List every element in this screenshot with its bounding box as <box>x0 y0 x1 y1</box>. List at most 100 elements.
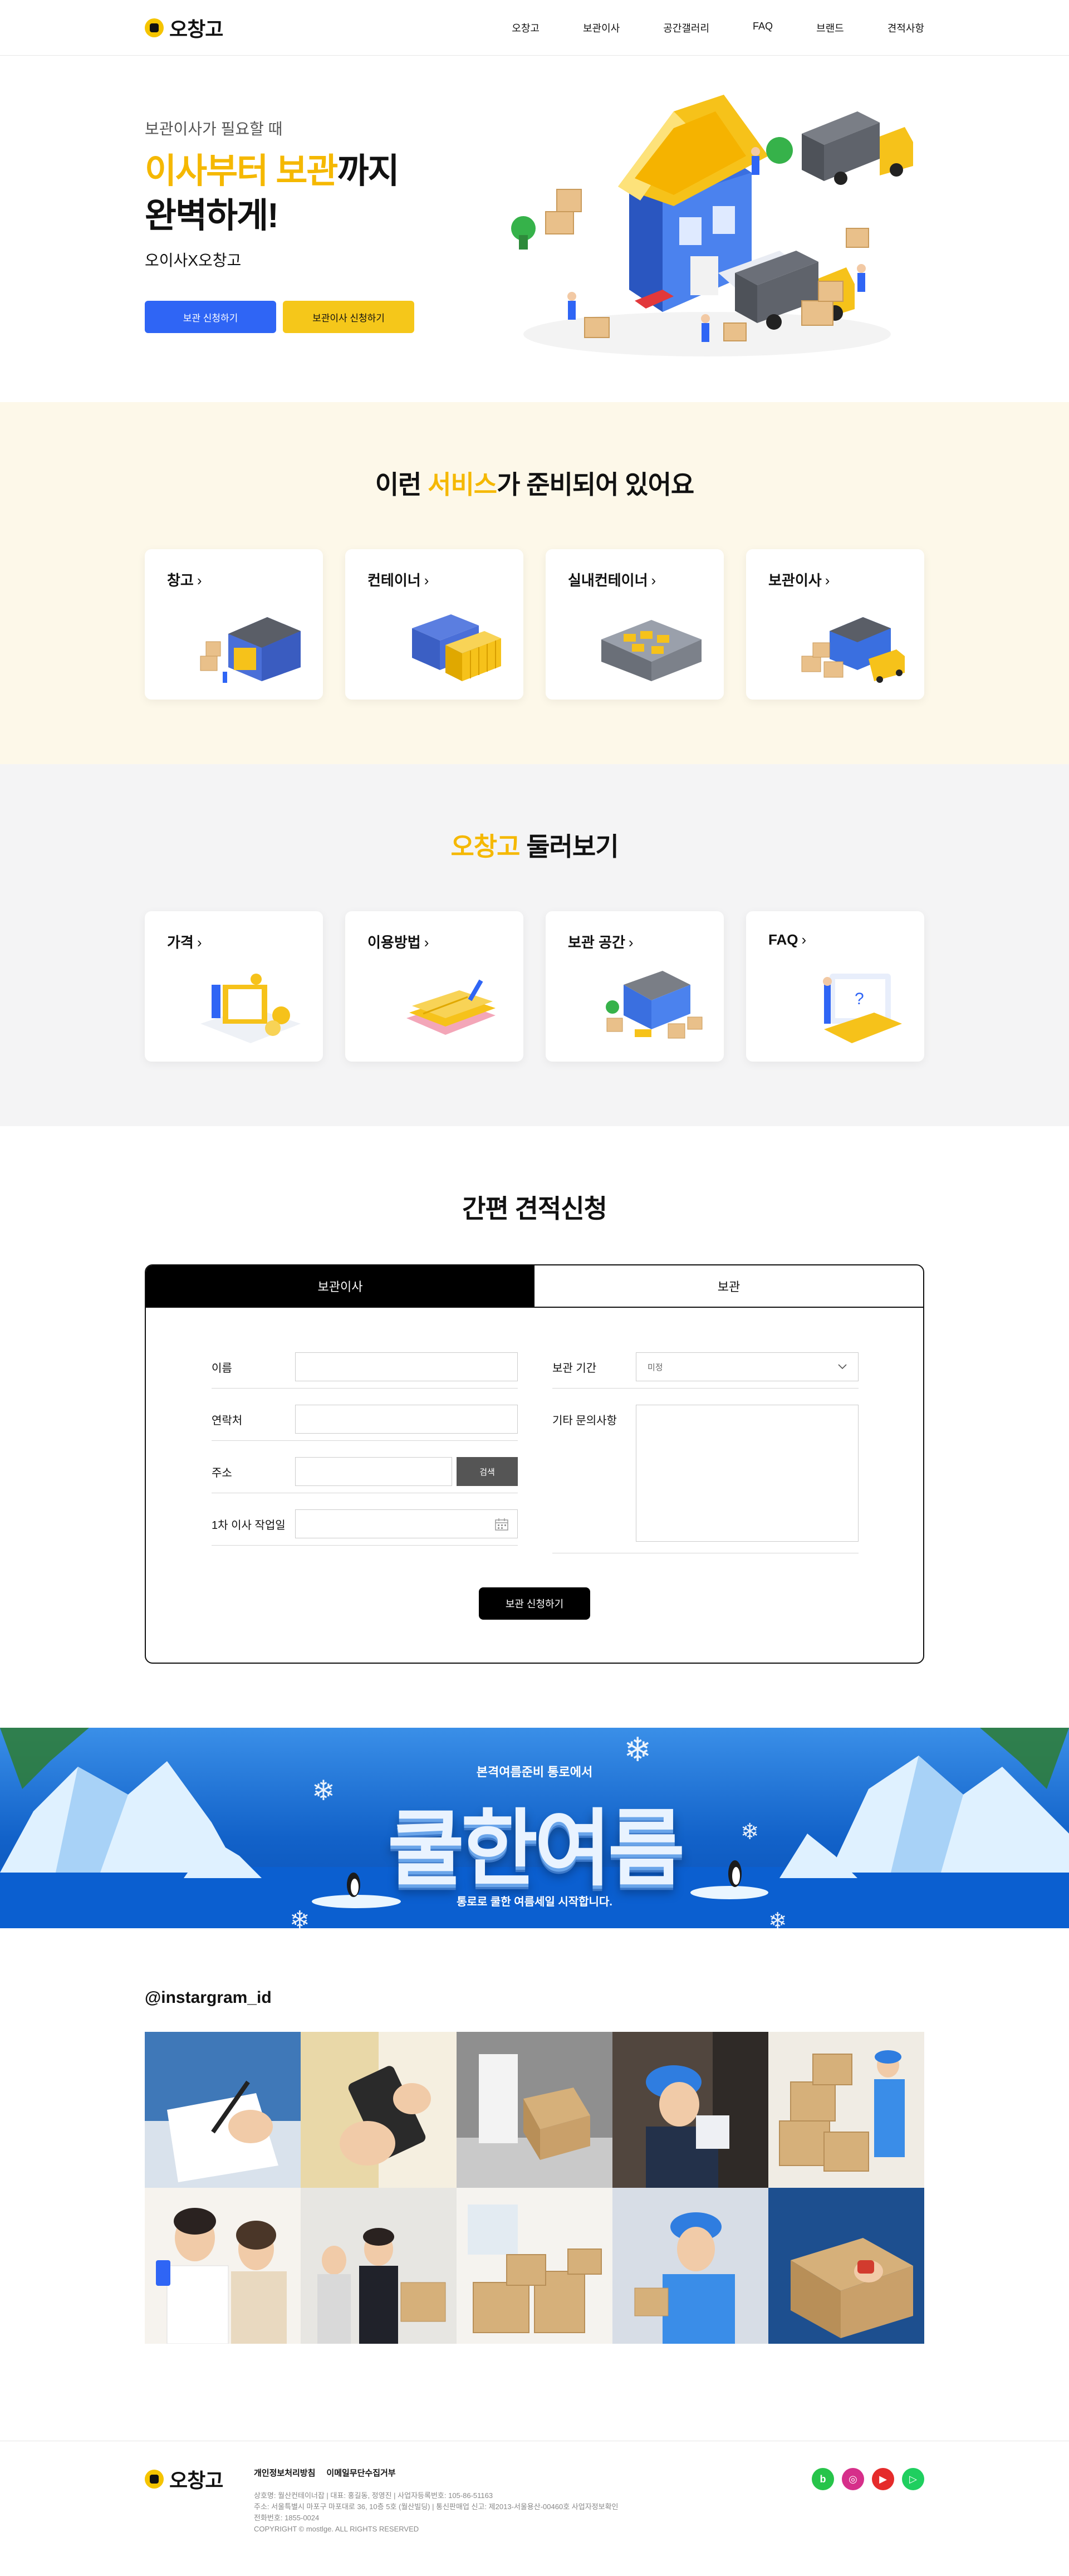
service-card-storage-moving[interactable]: 보관이사 › <box>746 549 924 700</box>
memo-row: 기타 문의사항 <box>552 1405 859 1542</box>
blog-icon[interactable]: b <box>812 2468 834 2490</box>
instagram-photo[interactable] <box>301 2188 457 2344</box>
browse-card-faq-label-row: FAQ › <box>768 931 806 949</box>
service-card-warehouse-label-row: 창고 › <box>167 569 202 590</box>
hero-title: 이사부터 보관까지 완벽하게! <box>145 149 414 238</box>
hero-description: 오이사X오창고 <box>145 252 242 269</box>
instagram-photo[interactable] <box>301 2032 457 2188</box>
calendar-icon <box>495 1518 508 1531</box>
photo-office-team-boxes <box>301 2188 457 2344</box>
nav-item-gallery[interactable]: 공간갤러리 <box>663 21 709 35</box>
hero-title-line2: 완벽하게! <box>145 197 279 235</box>
service-card-container[interactable]: 컨테이너 › <box>345 549 523 700</box>
instagram-grid <box>145 2032 924 2344</box>
hero-title-highlight: 이사부터 보관 <box>145 152 338 190</box>
browse-card-storage-space[interactable]: 보관 공간 › <box>546 911 724 1062</box>
memo-label: 기타 문의사항 <box>552 1415 617 1427</box>
browse-card-faq[interactable]: FAQ › ? <box>746 911 924 1062</box>
summer-banner[interactable]: ❄ ❄ ❄ ❄ ❄ 본격여름준비 통로에서 쿨한여름 통로로 쿨한 여름세일 시… <box>0 1728 1069 1928</box>
photo-carrying-box <box>457 2032 612 2188</box>
instagram-photo[interactable] <box>612 2188 768 2344</box>
name-field[interactable] <box>295 1352 518 1381</box>
divider <box>552 1388 859 1389</box>
banner-subtitle: 본격여름준비 통로에서 <box>476 1765 593 1779</box>
move-date-label: 1차 이사 작업일 <box>212 1519 286 1532</box>
card-label: 컨테이너 <box>367 572 421 589</box>
instagram-photo[interactable] <box>145 2188 301 2344</box>
address-field[interactable] <box>295 1457 452 1486</box>
chevron-right-icon: › <box>628 934 634 951</box>
instagram-photo[interactable] <box>612 2032 768 2188</box>
photo-mover-cap-side <box>612 2032 768 2188</box>
address-search-button[interactable]: 검색 <box>457 1457 518 1486</box>
card-label: FAQ <box>768 931 798 948</box>
logo[interactable]: 오창고 <box>145 13 223 42</box>
quote-submit-button[interactable]: 보관 신청하기 <box>479 1587 590 1620</box>
chevron-right-icon: › <box>825 572 830 589</box>
browse-card-storage-space-label-row: 보관 공간 › <box>568 931 634 952</box>
moving-house-illustration <box>511 95 913 356</box>
photo-box-stack-mover <box>768 2032 924 2188</box>
instagram-icon[interactable]: ◎ <box>842 2468 864 2490</box>
no-email-collection-link[interactable]: 이메일무단수집거부 <box>326 2467 395 2479</box>
card-label: 보관 공간 <box>568 934 625 951</box>
chevron-right-icon: › <box>801 931 807 948</box>
main-nav: 오창고 보관이사 공간갤러리 FAQ 브랜드 견적사항 <box>512 21 924 35</box>
instagram-photo[interactable] <box>145 2032 301 2188</box>
warehouse-icon <box>200 617 301 683</box>
browse-card-guide[interactable]: 이용방법 › <box>345 911 523 1062</box>
guide-book-icon <box>406 979 496 1035</box>
storage-moving-icon <box>801 617 905 683</box>
browse-card-price[interactable]: 가격 › <box>145 911 323 1062</box>
logo-text: 오창고 <box>169 18 223 41</box>
storage-moving-apply-button[interactable]: 보관이사 신청하기 <box>283 301 414 333</box>
hero-text: 보관이사가 필요할 때 이사부터 보관까지 완벽하게! 오이사X오창고 보관 신… <box>145 117 414 333</box>
address-row: 주소 검색 <box>212 1457 518 1486</box>
instagram-photo[interactable] <box>768 2188 924 2344</box>
card-label: 창고 <box>167 572 194 589</box>
move-date-row: 1차 이사 작업일 <box>212 1509 518 1538</box>
photo-tape-sealing-box <box>768 2188 924 2344</box>
move-date-field[interactable] <box>295 1509 518 1538</box>
instagram-photo[interactable] <box>768 2032 924 2188</box>
tab-storage[interactable]: 보관 <box>534 1265 923 1307</box>
service-card-warehouse[interactable]: 창고 › <box>145 549 323 700</box>
nav-item-brand[interactable]: 브랜드 <box>816 21 844 35</box>
quote-title: 간편 견적신청 <box>462 1194 607 1223</box>
instagram-photo[interactable] <box>457 2188 612 2344</box>
play-icon[interactable]: ▷ <box>902 2468 924 2490</box>
browse-title: 오창고 둘러보기 <box>145 764 924 863</box>
service-card-storage-moving-label-row: 보관이사 › <box>768 569 830 590</box>
nav-item-storage-moving[interactable]: 보관이사 <box>583 21 620 35</box>
storage-apply-button[interactable]: 보관 신청하기 <box>145 301 276 333</box>
instagram-photo[interactable] <box>457 2032 612 2188</box>
service-card-container-label-row: 컨테이너 › <box>367 569 429 590</box>
address-label: 주소 <box>212 1467 232 1479</box>
nav-item-estimate[interactable]: 견적사항 <box>887 21 924 35</box>
youtube-icon[interactable]: ▶ <box>872 2468 894 2490</box>
copyright: COPYRIGHT © mostlge. ALL RIGHTS RESERVED <box>254 2525 419 2533</box>
storage-space-icon <box>606 971 703 1039</box>
nav-item-ochango[interactable]: 오창고 <box>512 21 540 35</box>
card-label: 실내컨테이너 <box>568 572 648 589</box>
instagram-handle[interactable]: @instargram_id <box>145 1928 924 2007</box>
chevron-right-icon: › <box>424 572 429 589</box>
privacy-policy-link[interactable]: 개인정보처리방침 <box>254 2467 315 2479</box>
chevron-down-icon <box>838 1364 847 1370</box>
nav-item-faq[interactable]: FAQ <box>753 21 773 35</box>
social-links: b ◎ ▶ ▷ <box>812 2468 924 2490</box>
phone-label: 연락처 <box>212 1414 243 1427</box>
banner-description: 통로로 쿨한 여름세일 시작합니다. <box>457 1896 612 1908</box>
memo-textarea[interactable] <box>636 1405 859 1542</box>
tab-storage-moving[interactable]: 보관이사 <box>146 1265 534 1307</box>
card-label: 가격 <box>167 934 194 951</box>
period-select[interactable]: 미정 <box>636 1352 859 1381</box>
photo-room-of-boxes <box>457 2188 612 2344</box>
phone-field[interactable] <box>295 1405 518 1434</box>
services-section: 이런 서비스가 준비되어 있어요 창고 › 컨테이너 › 실내컨테이너 › 보관… <box>0 402 1069 764</box>
footer-logo[interactable]: 오창고 <box>145 2465 223 2494</box>
company-info: 상호명: 월산컨테이너잡 | 대표: 홍길동, 정영진 | 사업자등록번호: 1… <box>254 2490 619 2535</box>
service-card-indoor-container[interactable]: 실내컨테이너 › <box>546 549 724 700</box>
chevron-right-icon: › <box>424 934 429 951</box>
site-header: 오창고 오창고 보관이사 공간갤러리 FAQ 브랜드 견적사항 <box>0 0 1069 56</box>
